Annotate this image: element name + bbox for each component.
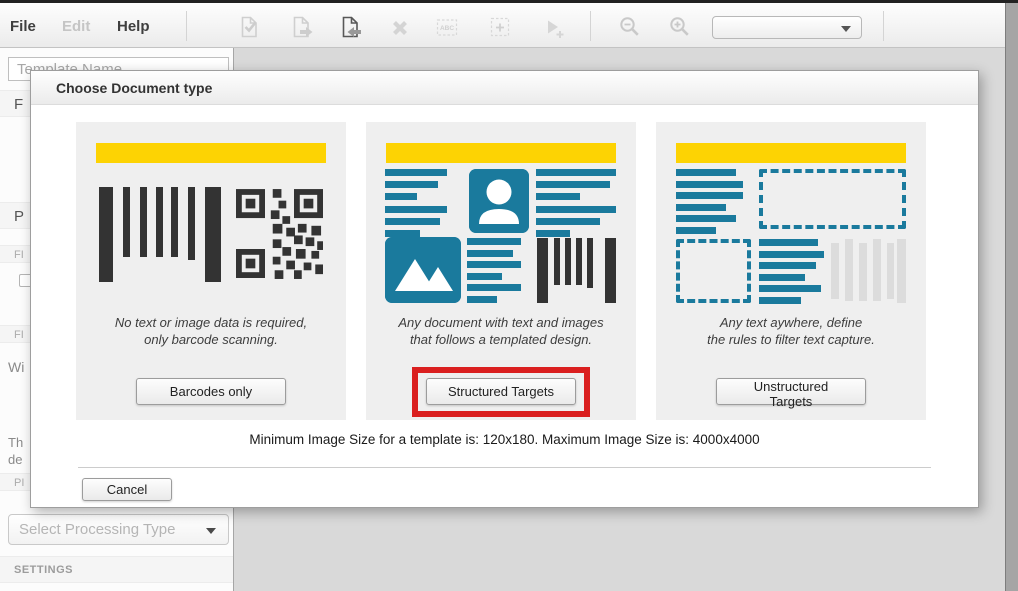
window-edge-strip <box>1005 3 1018 591</box>
menu-help[interactable]: Help <box>117 18 150 35</box>
barcode-graphic <box>537 238 616 303</box>
sidebar-section-label: P <box>14 208 24 225</box>
zoom-in-icon[interactable] <box>667 14 693 40</box>
chevron-down-icon <box>841 26 851 32</box>
processing-type-placeholder: Select Processing Type <box>19 521 175 538</box>
toolbar-separator <box>186 11 187 41</box>
sidebar-section-label: F <box>14 96 23 113</box>
faded-barcode-graphic <box>831 239 906 303</box>
dashed-region-graphic <box>759 169 906 229</box>
text-lines-graphic <box>759 239 824 304</box>
import-document-icon[interactable] <box>338 14 364 40</box>
ocr-text-region-icon[interactable]: ABC <box>434 14 460 40</box>
processing-type-select[interactable]: Select Processing Type <box>8 514 229 545</box>
validate-document-icon[interactable] <box>236 14 262 40</box>
toolbar: File Edit Help ABC <box>0 3 1005 48</box>
sidebar-note-text: Th <box>8 435 23 450</box>
menu-edit[interactable]: Edit <box>62 18 90 35</box>
dialog-header: Choose Document type <box>31 71 978 105</box>
avatar-graphic <box>469 169 529 233</box>
sidebar-field-label: FI <box>14 249 24 261</box>
sidebar-width-label: Wi <box>8 359 24 375</box>
zoom-out-icon[interactable] <box>617 14 643 40</box>
sidebar-note-text: de <box>8 452 22 467</box>
toolbar-separator <box>883 11 884 41</box>
card-description: No text or image data is required, only … <box>84 314 338 348</box>
menu-file[interactable]: File <box>10 18 36 35</box>
yellow-header-graphic <box>676 143 906 163</box>
delete-icon[interactable] <box>387 14 413 40</box>
dashed-region-graphic <box>676 239 751 303</box>
text-lines-graphic <box>385 169 447 237</box>
qr-code-graphic <box>236 189 323 280</box>
dialog-footer-divider <box>78 467 931 468</box>
barcode-qr-graphic <box>99 187 323 282</box>
dialog-title: Choose Document type <box>56 80 212 96</box>
yellow-header-graphic <box>386 143 616 163</box>
card-structured-targets: Any document with text and images that f… <box>366 122 636 420</box>
cancel-button[interactable]: Cancel <box>82 478 172 501</box>
run-add-icon[interactable] <box>539 14 565 40</box>
card-description: Any document with text and images that f… <box>374 314 628 348</box>
svg-text:ABC: ABC <box>440 25 454 32</box>
sidebar-settings-header[interactable]: SETTINGS <box>0 556 233 583</box>
zoom-level-select[interactable] <box>712 16 862 39</box>
unstructured-targets-button[interactable]: Unstructured Targets <box>716 378 866 405</box>
export-document-icon[interactable] <box>289 14 315 40</box>
card-description: Any text aywhere, define the rules to fi… <box>664 314 918 348</box>
add-region-icon[interactable] <box>487 14 513 40</box>
text-lines-graphic <box>676 169 756 234</box>
structured-targets-button[interactable]: Structured Targets <box>426 378 576 405</box>
yellow-header-graphic <box>96 143 326 163</box>
document-type-cards: No text or image data is required, only … <box>76 122 926 420</box>
choose-document-type-dialog: Choose Document type <box>30 70 979 508</box>
card-barcodes-only: No text or image data is required, only … <box>76 122 346 420</box>
sidebar-field-label: FI <box>14 329 24 341</box>
settings-label: SETTINGS <box>14 564 73 576</box>
sidebar-field-label: PI <box>14 477 24 489</box>
image-size-note: Minimum Image Size for a template is: 12… <box>31 432 978 447</box>
barcodes-only-button[interactable]: Barcodes only <box>136 378 286 405</box>
text-lines-graphic <box>467 238 521 303</box>
chevron-down-icon <box>206 528 216 534</box>
image-placeholder-graphic <box>385 237 461 303</box>
text-lines-graphic <box>536 169 616 237</box>
card-unstructured-targets: Any text aywhere, define the rules to fi… <box>656 122 926 420</box>
toolbar-separator <box>590 11 591 41</box>
app-window: File Edit Help ABC <box>0 0 1018 591</box>
barcode-graphic <box>99 187 221 282</box>
